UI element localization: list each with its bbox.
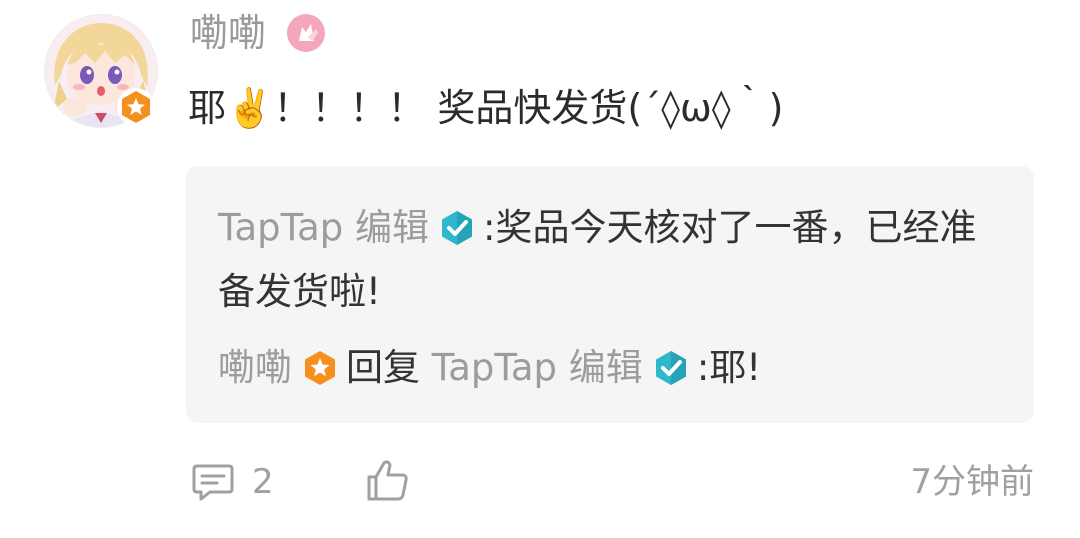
reply-author[interactable]: 嘞嘞 <box>218 346 292 389</box>
thumbs-up-icon[interactable] <box>364 456 412 504</box>
reply-target[interactable]: TapTap 编辑 <box>432 346 643 389</box>
level-badge-icon <box>305 351 335 385</box>
level-badge-icon <box>117 88 155 126</box>
reply-author[interactable]: TapTap 编辑 <box>218 206 429 249</box>
year-badge-icon <box>287 14 325 52</box>
comment-card: 嘞嘞 耶✌️！！！！ 奖品快发货(´◊ω◊｀) TapTap 编辑 :奖品今天核… <box>0 0 1080 538</box>
reply-word: 回复 <box>346 346 420 389</box>
replies-box[interactable]: TapTap 编辑 :奖品今天核对了一番，已经准备发货啦! 嘞嘞 回复 TapT… <box>186 166 1034 423</box>
verified-badge-icon <box>655 351 686 385</box>
comment-bubble-icon[interactable] <box>190 458 236 504</box>
reply-text: :耶! <box>696 346 762 389</box>
comment-text: 耶✌️！！！！ 奖品快发货(´◊ω◊｀) <box>188 86 784 130</box>
timestamp: 7分钟前 <box>910 462 1034 502</box>
verified-badge-icon <box>442 211 473 245</box>
reply-item: 嘞嘞 回复 TapTap 编辑 :耶! <box>218 338 761 398</box>
comment-author[interactable]: 嘞嘞 <box>190 10 266 56</box>
comment-count: 2 <box>252 462 274 502</box>
reply-item: TapTap 编辑 :奖品今天核对了一番，已经准备发货啦! <box>218 196 1008 324</box>
